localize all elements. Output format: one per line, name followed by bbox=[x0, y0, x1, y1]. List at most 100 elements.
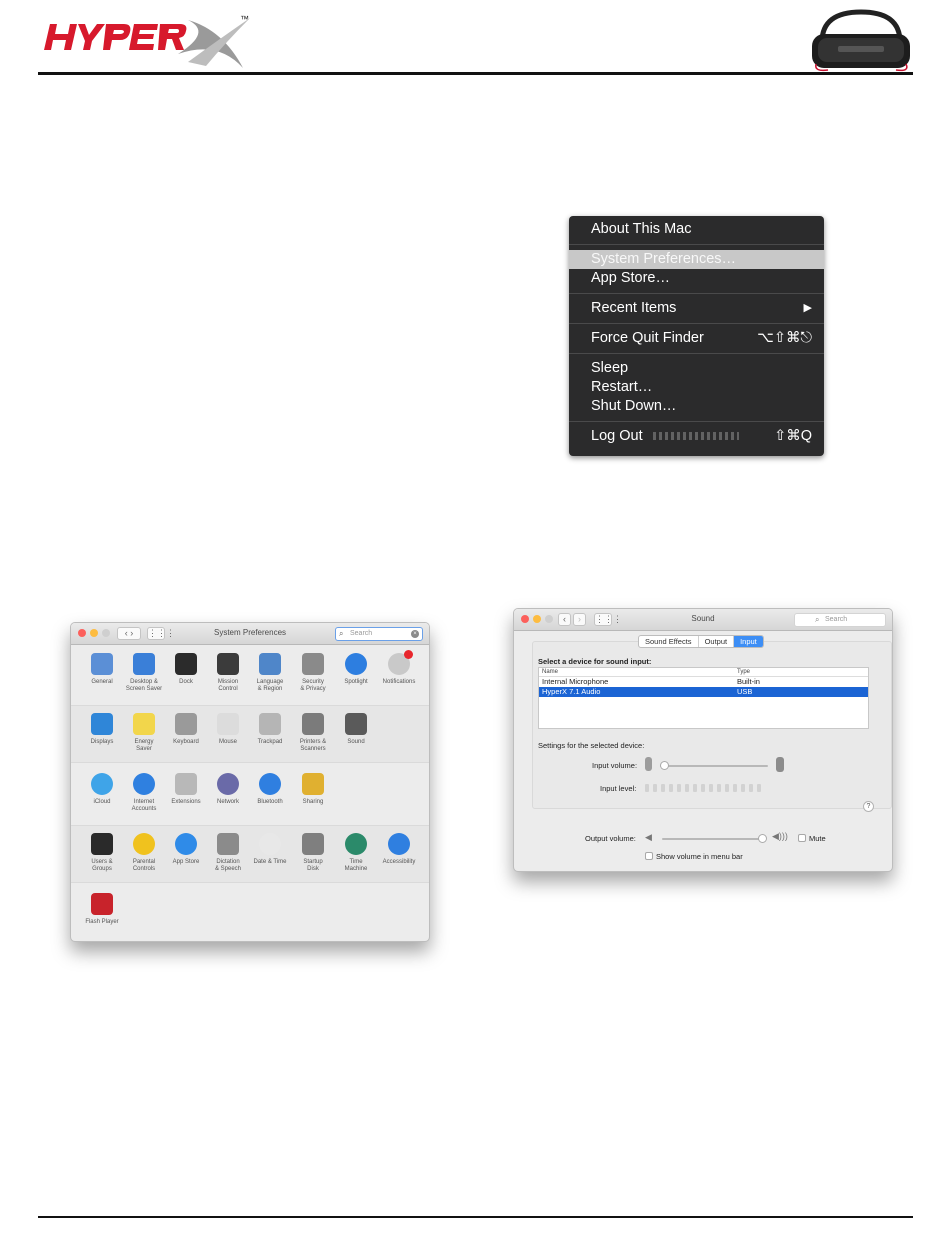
minimize-button[interactable] bbox=[90, 629, 98, 637]
level-segment bbox=[645, 784, 649, 792]
search-input[interactable]: ⌕ Search × bbox=[335, 627, 423, 641]
table-row[interactable]: Internal Microphone Built-in bbox=[539, 677, 868, 687]
preference-pane-keyboard[interactable]: Keyboard bbox=[163, 713, 209, 746]
preference-pane-time-machine[interactable]: Time Machine bbox=[333, 833, 379, 873]
preference-pane-sound[interactable]: Sound bbox=[333, 713, 379, 746]
preference-pane-date-time[interactable]: Date & Time bbox=[247, 833, 293, 866]
menu-item-label: App Store… bbox=[591, 270, 670, 286]
menu-item-restart[interactable]: Restart… bbox=[569, 378, 824, 397]
preference-pane-label: Accessibility bbox=[382, 859, 416, 865]
preference-pane-displays[interactable]: Displays bbox=[79, 713, 125, 746]
forward-button[interactable]: › bbox=[573, 613, 586, 626]
headset-icon bbox=[812, 9, 910, 72]
input-volume-slider-knob[interactable] bbox=[660, 761, 669, 770]
column-header-name[interactable]: Name bbox=[542, 668, 558, 677]
preference-pane-label: Mission Control bbox=[217, 679, 239, 692]
general-icon bbox=[91, 653, 113, 675]
back-button[interactable]: ‹ bbox=[558, 613, 571, 626]
preference-pane-internet-accounts[interactable]: Internet Accounts bbox=[121, 773, 167, 813]
preference-pane-sharing[interactable]: Sharing bbox=[290, 773, 336, 806]
menu-item-label: Sleep bbox=[591, 360, 629, 376]
preference-pane-bluetooth[interactable]: Bluetooth bbox=[247, 773, 293, 806]
column-header-type[interactable]: Type bbox=[737, 668, 750, 677]
preference-pane-dictation-speech[interactable]: Dictation & Speech bbox=[205, 833, 251, 873]
preference-pane-label: Sharing bbox=[302, 799, 324, 805]
zoom-button[interactable] bbox=[545, 615, 553, 623]
output-volume-slider-knob[interactable] bbox=[758, 834, 767, 843]
menu-separator bbox=[569, 421, 824, 422]
preference-pane-extensions[interactable]: Extensions bbox=[163, 773, 209, 806]
show-volume-checkbox[interactable] bbox=[645, 852, 653, 860]
preference-pane-flash-player[interactable]: Flash Player bbox=[79, 893, 125, 926]
show-all-grid-icon[interactable]: ⋮⋮⋮ bbox=[147, 627, 175, 640]
preference-pane-icloud[interactable]: iCloud bbox=[79, 773, 125, 806]
menu-item-about-this-mac[interactable]: About This Mac bbox=[569, 220, 824, 239]
input-volume-track bbox=[660, 765, 768, 767]
microphone-low-icon bbox=[645, 757, 652, 771]
preference-pane-mission-control[interactable]: Mission Control bbox=[205, 653, 251, 693]
preference-pane-label: Extensions bbox=[171, 799, 201, 805]
menu-item-force-quit[interactable]: Force Quit Finder ⌥⇧⌘⎋ bbox=[569, 329, 824, 348]
search-icon: ⌕ bbox=[815, 615, 820, 624]
preference-pane-app-store[interactable]: App Store bbox=[163, 833, 209, 866]
menu-item-shut-down[interactable]: Shut Down… bbox=[569, 397, 824, 416]
clear-search-icon[interactable]: × bbox=[411, 630, 419, 638]
preference-pane-label: Flash Player bbox=[85, 919, 119, 925]
settings-for-device-label: Settings for the selected device: bbox=[538, 741, 645, 750]
preference-pane-language-region[interactable]: Language & Region bbox=[247, 653, 293, 693]
close-button[interactable] bbox=[521, 615, 529, 623]
preference-pane-desktop-screen-saver[interactable]: Desktop & Screen Saver bbox=[121, 653, 167, 693]
menu-item-system-preferences[interactable]: System Preferences… bbox=[569, 250, 824, 269]
preference-pane-general[interactable]: General bbox=[79, 653, 125, 686]
search-input[interactable]: ⌕ Search bbox=[794, 613, 886, 627]
preference-pane-label: Spotlight bbox=[344, 679, 368, 685]
close-button[interactable] bbox=[78, 629, 86, 637]
zoom-button[interactable] bbox=[102, 629, 110, 637]
menu-item-app-store[interactable]: App Store… bbox=[569, 269, 824, 288]
show-all-grid-icon[interactable]: ⋮⋮⋮ bbox=[594, 613, 622, 626]
menu-separator bbox=[569, 293, 824, 294]
preference-pane-dock[interactable]: Dock bbox=[163, 653, 209, 686]
menu-item-label: Recent Items bbox=[591, 300, 677, 316]
preference-pane-users-groups[interactable]: Users & Groups bbox=[79, 833, 125, 873]
menu-item-recent-items[interactable]: Recent Items ▶ bbox=[569, 299, 824, 318]
hyperx-logo: ™ bbox=[38, 10, 258, 72]
preference-pane-label: Network bbox=[216, 799, 239, 805]
preference-pane-notifications[interactable]: Notifications bbox=[376, 650, 422, 686]
preference-pane-label: Parental Controls bbox=[132, 859, 156, 872]
appstore-icon bbox=[175, 833, 197, 855]
tab-sound-effects[interactable]: Sound Effects bbox=[639, 636, 699, 647]
preference-pane-security-privacy[interactable]: Security & Privacy bbox=[290, 653, 336, 693]
preference-pane-label: Displays bbox=[90, 739, 114, 745]
back-forward-buttons[interactable]: ‹ › bbox=[117, 627, 141, 640]
menu-item-sleep[interactable]: Sleep bbox=[569, 359, 824, 378]
preference-pane-accessibility[interactable]: Accessibility bbox=[376, 833, 422, 866]
preference-pane-mouse[interactable]: Mouse bbox=[205, 713, 251, 746]
preference-pane-energy-saver[interactable]: Energy Saver bbox=[121, 713, 167, 753]
footer-rule bbox=[38, 1216, 913, 1218]
preference-pane-printers-scanners[interactable]: Printers & Scanners bbox=[290, 713, 336, 753]
preference-pane-startup-disk[interactable]: Startup Disk bbox=[290, 833, 336, 873]
preference-pane-label: Trackpad bbox=[257, 739, 283, 745]
tab-output[interactable]: Output bbox=[699, 636, 735, 647]
preference-pane-parental-controls[interactable]: Parental Controls bbox=[121, 833, 167, 873]
preference-pane-spotlight[interactable]: Spotlight bbox=[333, 653, 379, 686]
preference-pane-label: Language & Region bbox=[256, 679, 284, 692]
menu-item-label: Log Out bbox=[591, 428, 643, 444]
help-button[interactable]: ? bbox=[863, 801, 874, 812]
table-row-selected[interactable]: HyperX 7.1 Audio USB bbox=[539, 687, 868, 697]
preference-pane-label: Time Machine bbox=[344, 859, 368, 872]
level-segment bbox=[717, 784, 721, 792]
tab-input[interactable]: Input bbox=[734, 636, 763, 647]
preference-pane-network[interactable]: Network bbox=[205, 773, 251, 806]
level-segment bbox=[757, 784, 761, 792]
preference-pane-label: Keyboard bbox=[173, 739, 199, 745]
notification-badge bbox=[404, 650, 413, 659]
mute-checkbox[interactable] bbox=[798, 834, 806, 842]
minimize-button[interactable] bbox=[533, 615, 541, 623]
title-bar: ‹ › ⋮⋮⋮ Sound ⌕ Search bbox=[514, 609, 892, 631]
menu-item-log-out[interactable]: Log Out ⇧⌘Q bbox=[569, 427, 824, 446]
preference-pane-trackpad[interactable]: Trackpad bbox=[247, 713, 293, 746]
device-name: Internal Microphone bbox=[542, 677, 609, 686]
display-icon bbox=[91, 713, 113, 735]
